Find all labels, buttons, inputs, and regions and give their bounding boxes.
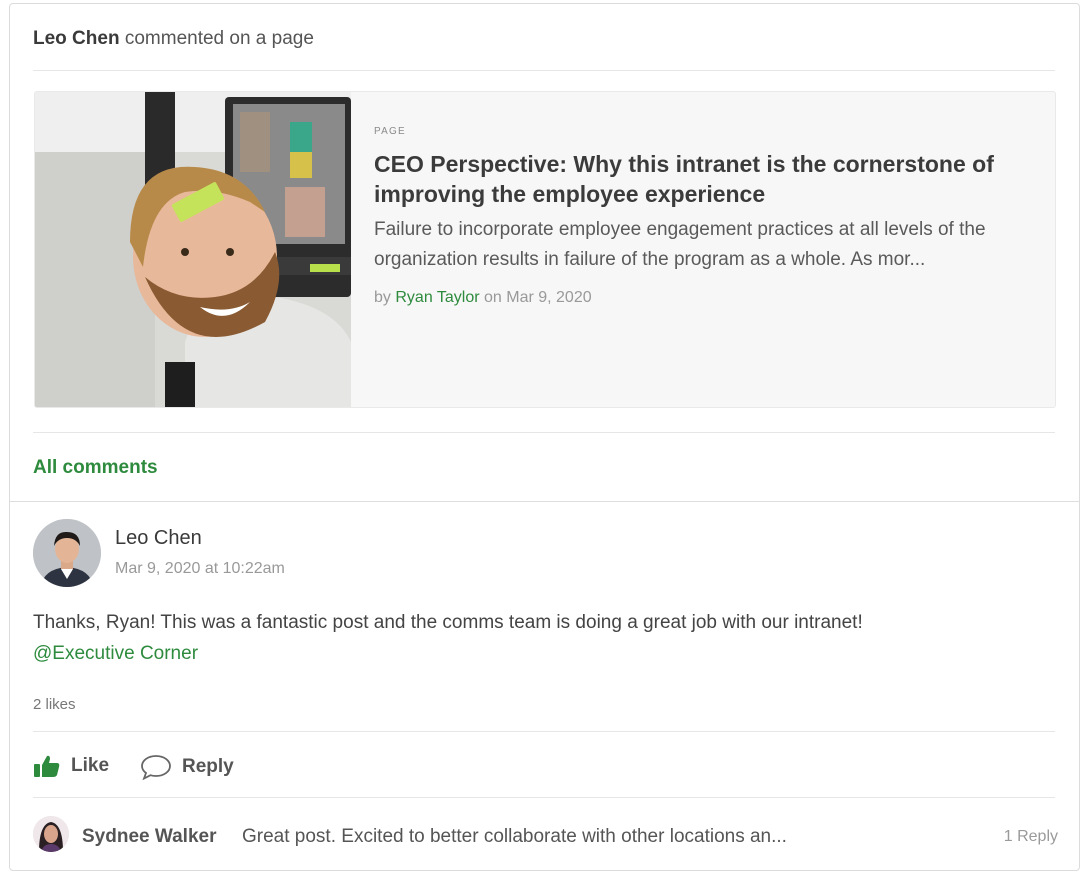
comments-divider	[10, 501, 1079, 502]
like-label: Like	[71, 755, 110, 776]
like-button[interactable]: Like	[33, 754, 109, 778]
activity-header: Leo Chen commented on a page	[33, 28, 314, 50]
page-preview-body: PAGE CEO Perspective: Why this intranet …	[374, 126, 1014, 307]
page-divider	[33, 432, 1055, 433]
activity-actor[interactable]: Leo Chen	[33, 28, 120, 49]
smiling-man-photo-icon	[35, 92, 351, 407]
page-excerpt: Failure to incorporate employee engageme…	[374, 219, 986, 270]
thumbs-up-icon	[34, 755, 60, 777]
speech-bubble-icon	[141, 755, 171, 780]
activity-card: Leo Chen commented on a page PAGE CEO Pe…	[9, 3, 1080, 871]
sydnee-walker-avatar-icon[interactable]	[33, 816, 69, 852]
comment-mention-link[interactable]: @Executive Corner	[33, 638, 1043, 669]
page-date: on Mar 9, 2020	[484, 289, 592, 306]
reply-author[interactable]: Sydnee Walker	[82, 826, 216, 848]
page-thumbnail[interactable]	[35, 92, 351, 407]
comment-text: Thanks, Ryan! This was a fantastic post …	[33, 612, 863, 633]
activity-action: commented on a page	[124, 28, 314, 49]
actions-divider	[33, 797, 1055, 798]
reply-label: Reply	[182, 756, 234, 777]
page-kicker: PAGE	[374, 126, 406, 137]
reply-text: Great post. Excited to better collaborat…	[242, 826, 787, 847]
page-by-prefix: by	[374, 289, 391, 306]
all-comments-link[interactable]: All comments	[33, 457, 158, 479]
leo-chen-avatar-icon[interactable]	[33, 519, 101, 587]
page-author-link[interactable]: Ryan Taylor	[395, 289, 479, 306]
page-preview-card[interactable]: PAGE CEO Perspective: Why this intranet …	[34, 91, 1056, 408]
page-meta: by Ryan Taylor on Mar 9, 2020	[374, 289, 1014, 307]
likes-count[interactable]: 2 likes	[33, 696, 76, 713]
page-title[interactable]: CEO Perspective: Why this intranet is th…	[374, 149, 1014, 209]
comment-timestamp: Mar 9, 2020 at 10:22am	[115, 560, 285, 577]
header-divider	[33, 70, 1055, 71]
reply-button[interactable]: Reply	[140, 754, 234, 780]
reply-count-link[interactable]: 1 Reply	[1004, 828, 1058, 846]
comment-author[interactable]: Leo Chen	[115, 527, 202, 550]
likes-divider	[33, 731, 1055, 732]
reply-preview[interactable]: Sydnee Walker Great post. Excited to bet…	[33, 814, 1058, 858]
comment-body: Thanks, Ryan! This was a fantastic post …	[33, 607, 1043, 669]
